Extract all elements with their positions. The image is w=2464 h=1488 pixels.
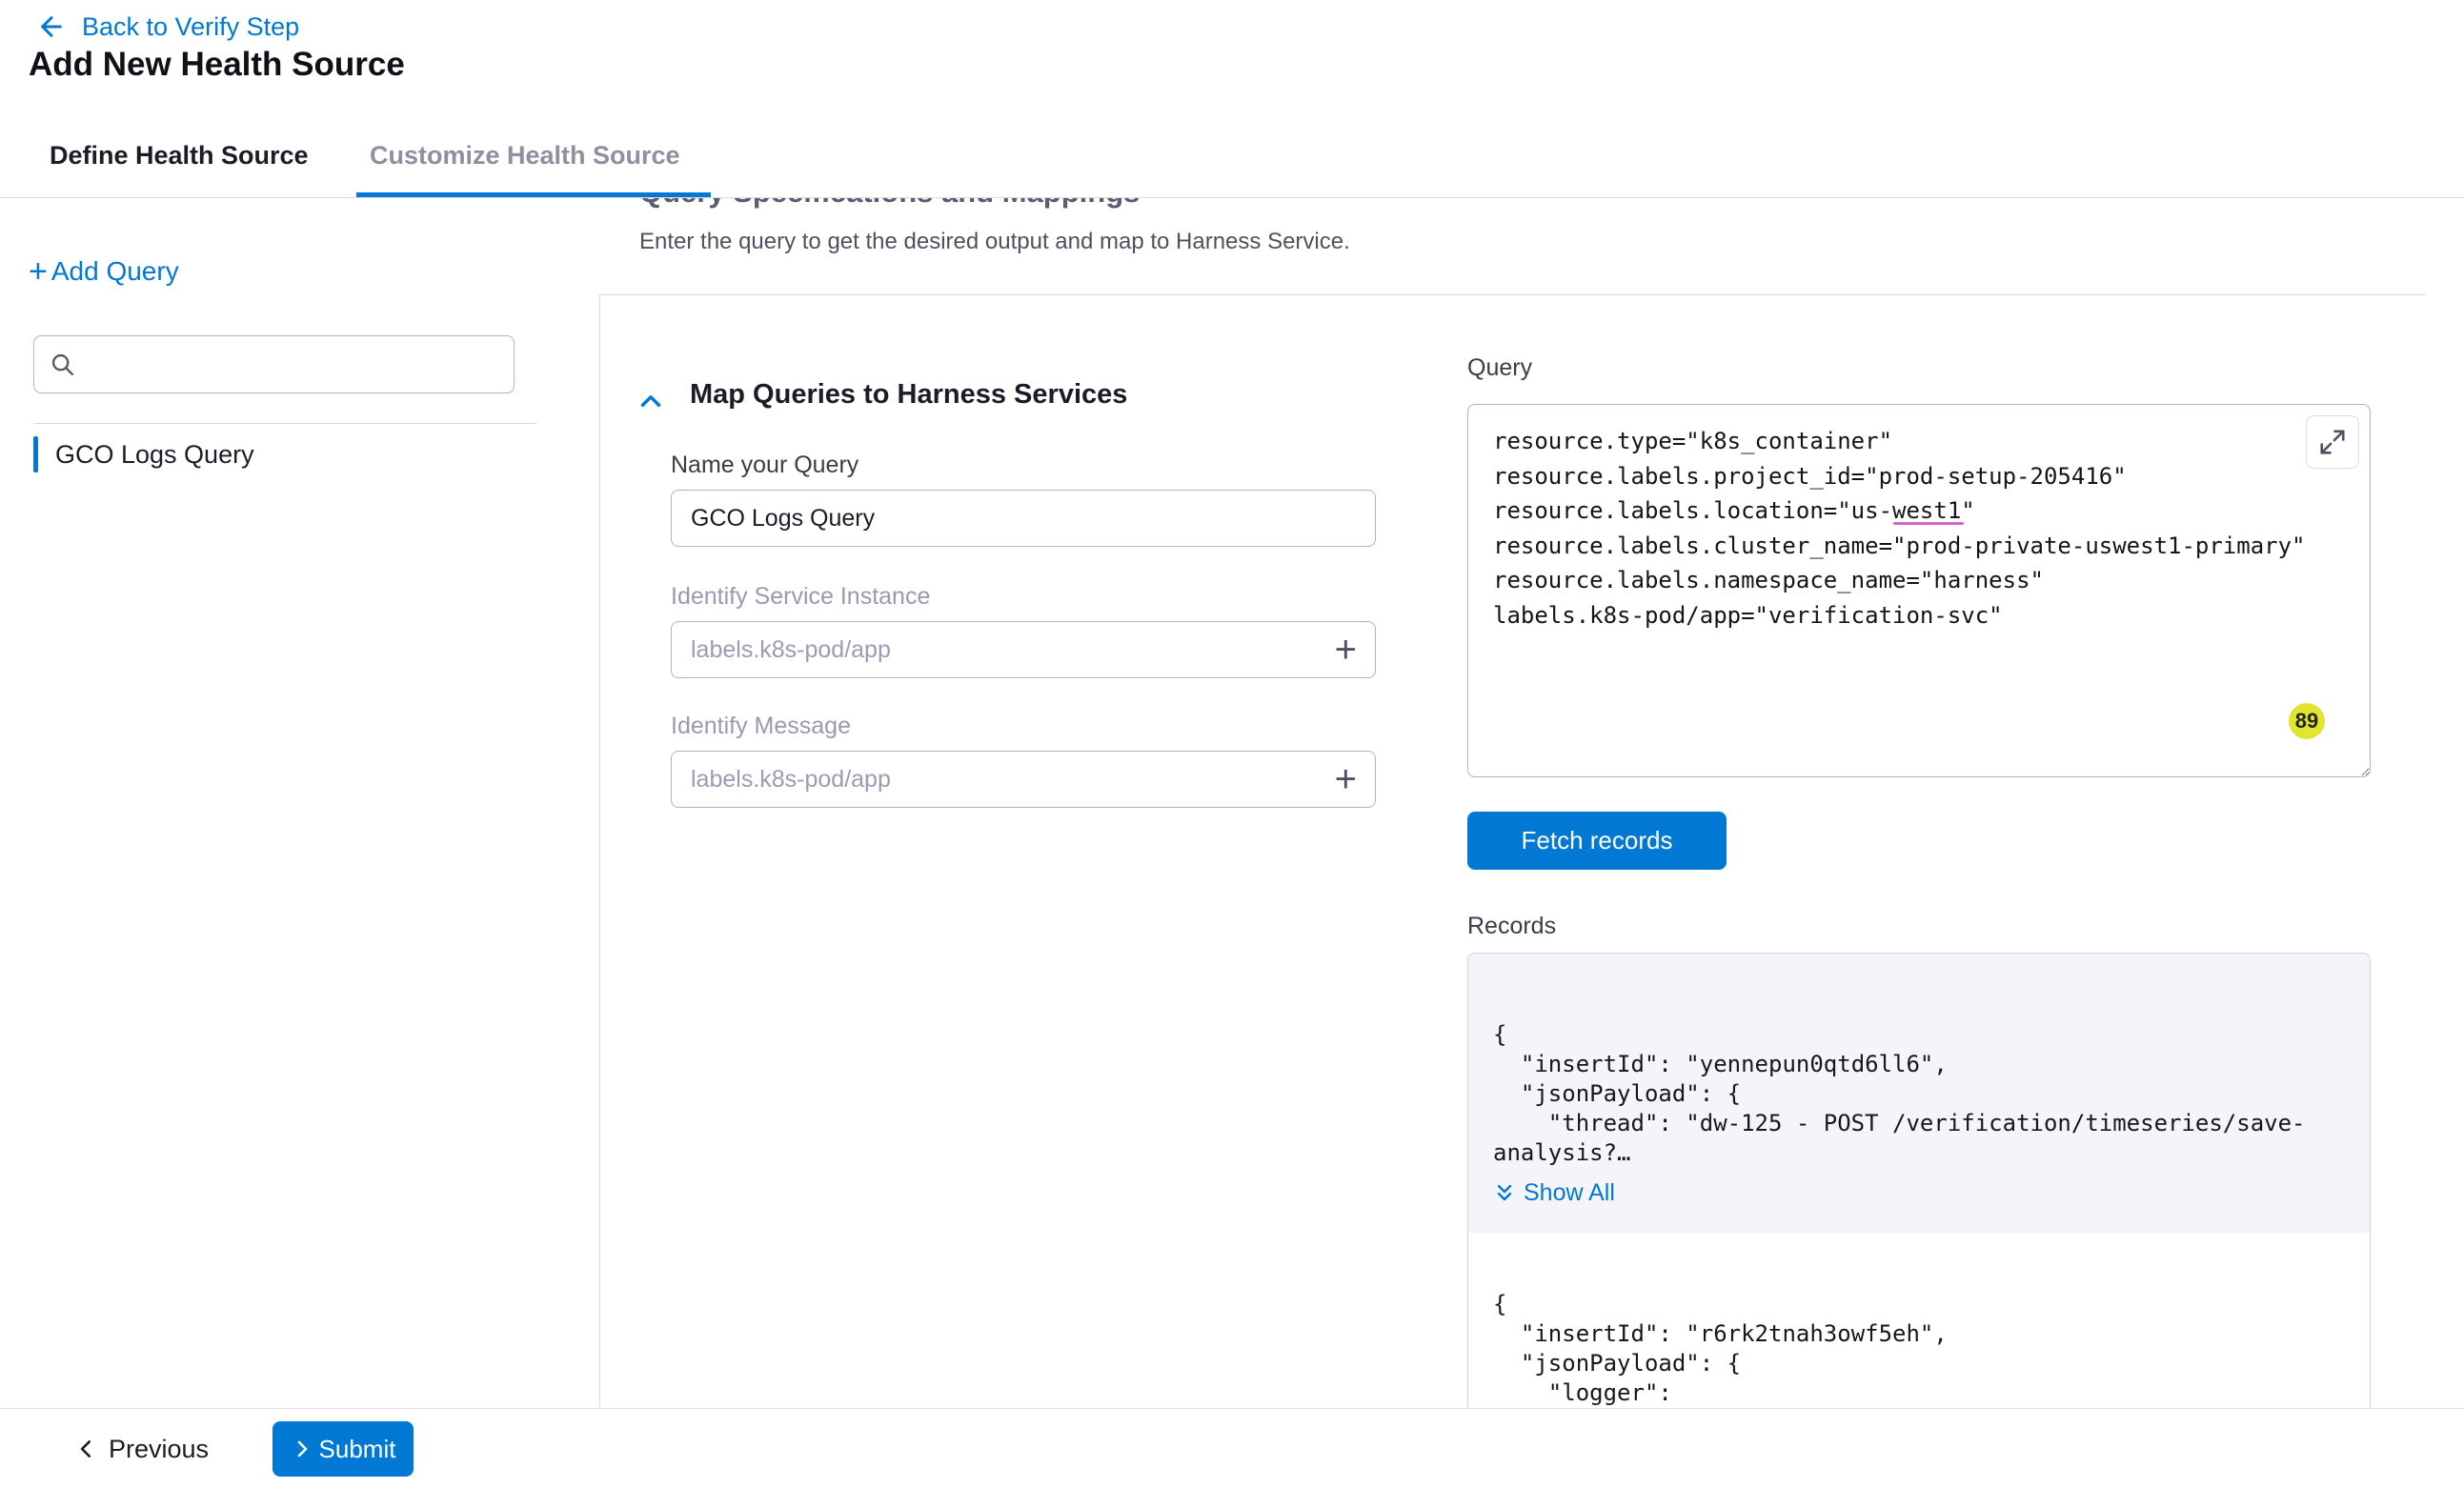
sidebar-item-gco-logs-query[interactable]: GCO Logs Query <box>33 436 254 473</box>
query-search-input[interactable] <box>88 350 498 379</box>
add-query-button[interactable]: + Add Query <box>29 255 179 288</box>
chevron-up-icon <box>635 385 667 417</box>
previous-button[interactable]: Previous <box>69 1422 214 1476</box>
expand-icon <box>2318 428 2347 456</box>
query-search-box <box>33 335 515 393</box>
service-instance-input[interactable] <box>671 621 1376 678</box>
identify-service-instance-label: Identify Service Instance <box>671 583 930 611</box>
map-queries-heading: Map Queries to Harness Services <box>690 379 1127 411</box>
query-name-input[interactable] <box>671 490 1376 547</box>
arrow-left-icon <box>36 11 67 42</box>
service-instance-field: + <box>671 621 1376 678</box>
fetch-records-button[interactable]: Fetch records <box>1467 812 1727 870</box>
sidebar-divider <box>33 423 536 424</box>
query-editor: resource.type="k8s_container" resource.l… <box>1467 404 2371 777</box>
page-header: Back to Verify Step Add New Health Sourc… <box>0 0 2464 198</box>
message-add-button[interactable]: + <box>1325 756 1366 802</box>
back-to-verify-step-link[interactable]: Back to Verify Step <box>36 11 299 42</box>
submit-label: Submit <box>319 1435 396 1464</box>
message-field: + <box>671 751 1376 808</box>
expand-query-button[interactable] <box>2306 415 2359 469</box>
tab-define-health-source[interactable]: Define Health Source <box>50 141 309 171</box>
selected-indicator-bar <box>33 436 38 473</box>
plus-icon: + <box>29 255 48 288</box>
tab-customize-health-source[interactable]: Customize Health Source <box>370 141 680 171</box>
horizontal-divider <box>599 294 2426 295</box>
char-count-badge: 89 <box>2289 703 2325 739</box>
back-link-label: Back to Verify Step <box>82 12 299 42</box>
record-1-json: { "insertId": "yennepun0qtd6ll6", "jsonP… <box>1493 1020 2345 1168</box>
query-textarea[interactable]: resource.type="k8s_container" resource.l… <box>1467 404 2371 777</box>
double-chevron-down-icon <box>1493 1182 1516 1205</box>
show-all-label: Show All <box>1524 1179 1615 1207</box>
record-item-1: { "insertId": "yennepun0qtd6ll6", "jsonP… <box>1468 954 2370 1233</box>
footer-bar: Previous Submit <box>0 1408 2464 1488</box>
identify-message-label: Identify Message <box>671 713 851 740</box>
query-label: Query <box>1467 354 1532 382</box>
message-input[interactable] <box>671 751 1376 808</box>
service-instance-add-button[interactable]: + <box>1325 627 1366 673</box>
search-icon <box>50 352 76 378</box>
show-all-link[interactable]: Show All <box>1493 1179 1615 1207</box>
records-label: Records <box>1467 913 1556 940</box>
active-tab-underline <box>356 192 711 197</box>
name-query-label: Name your Query <box>671 452 858 479</box>
section-subheading: Enter the query to get the desired outpu… <box>639 229 1350 255</box>
collapse-section-button[interactable] <box>635 385 667 417</box>
add-query-label: Add Query <box>51 256 179 287</box>
previous-label: Previous <box>109 1435 209 1464</box>
vertical-divider <box>599 294 600 1408</box>
query-item-label: GCO Logs Query <box>55 440 254 470</box>
chevron-left-icon <box>74 1437 99 1461</box>
page-title: Add New Health Source <box>29 46 405 84</box>
submit-button[interactable]: Submit <box>273 1421 414 1477</box>
chevron-right-icon <box>291 1438 313 1460</box>
